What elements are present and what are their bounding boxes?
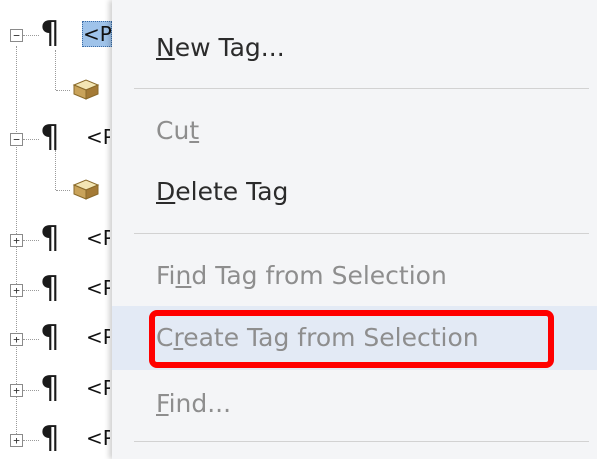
menu-separator [134, 88, 589, 89]
tree-connector-line [56, 90, 70, 91]
paragraph-icon: ¶ [40, 270, 60, 306]
paragraph-icon: ¶ [40, 119, 60, 155]
menu-item-accelerator: n [175, 261, 192, 290]
tree-connector-line [23, 139, 39, 140]
menu-item-find[interactable]: Find... [112, 372, 597, 436]
tree-connector-line [23, 390, 39, 391]
expand-toggle[interactable]: + [10, 333, 23, 346]
tree-node-label[interactable]: <P [86, 226, 110, 250]
menu-item-delete-tag[interactable]: Delete Tag [112, 160, 597, 224]
menu-item-new-tag[interactable]: New Tag... [112, 16, 597, 80]
paragraph-icon: ¶ [40, 370, 60, 406]
menu-separator [134, 441, 589, 442]
tree-connector-line [23, 440, 39, 441]
expand-toggle[interactable]: + [10, 384, 23, 397]
tree-node-label[interactable]: <P [86, 276, 110, 300]
menu-item-cut[interactable]: Cut [112, 99, 597, 163]
expand-toggle[interactable]: + [10, 234, 23, 247]
content-box-icon [72, 179, 100, 200]
menu-item-label: ew Tag... [174, 33, 285, 62]
content-box-icon [72, 79, 100, 100]
tree-node-label[interactable]: <P [82, 21, 112, 47]
tag-tree-panel: − ¶ <P − ¶ <P + ¶ <P + ¶ <P + ¶ <P + ¶ <… [0, 0, 112, 459]
menu-item-find-tag-from-selection[interactable]: Find Tag from Selection [112, 244, 597, 308]
context-menu: New Tag... Cut Delete Tag Find Tag from … [112, 0, 597, 459]
menu-item-accelerator: D [156, 177, 176, 206]
paragraph-icon: ¶ [40, 420, 60, 456]
tree-connector-line [23, 339, 39, 340]
collapse-toggle[interactable]: − [10, 29, 23, 42]
tree-node-label[interactable]: <P [86, 426, 110, 450]
menu-item-label: Fi [156, 261, 176, 290]
menu-item-label: elete Tag [175, 177, 289, 206]
paragraph-icon: ¶ [40, 220, 60, 256]
expand-toggle[interactable]: + [10, 284, 23, 297]
menu-item-label: ind... [168, 389, 232, 418]
menu-item-accelerator: t [189, 116, 200, 145]
tree-connector-line [55, 150, 56, 190]
menu-item-label: Cu [156, 116, 190, 145]
tree-node-label[interactable]: <P [86, 376, 110, 400]
tree-connector-line [23, 290, 39, 291]
menu-item-label: d Tag from Selection [191, 261, 447, 290]
tree-connector-line [23, 35, 39, 36]
tree-connector-line [56, 190, 70, 191]
tree-node-label[interactable]: <P [86, 325, 110, 349]
tree-connector-line [55, 50, 56, 90]
menu-item-accelerator: F [156, 389, 169, 418]
tree-node-label[interactable]: <P [86, 125, 110, 149]
tree-connector-line [23, 240, 39, 241]
menu-item-accelerator: N [156, 33, 175, 62]
expand-toggle[interactable]: + [10, 434, 23, 447]
paragraph-icon: ¶ [40, 15, 60, 51]
menu-separator [134, 233, 589, 234]
highlight-annotation-box [149, 310, 554, 368]
paragraph-icon: ¶ [40, 319, 60, 355]
collapse-toggle[interactable]: − [10, 133, 23, 146]
